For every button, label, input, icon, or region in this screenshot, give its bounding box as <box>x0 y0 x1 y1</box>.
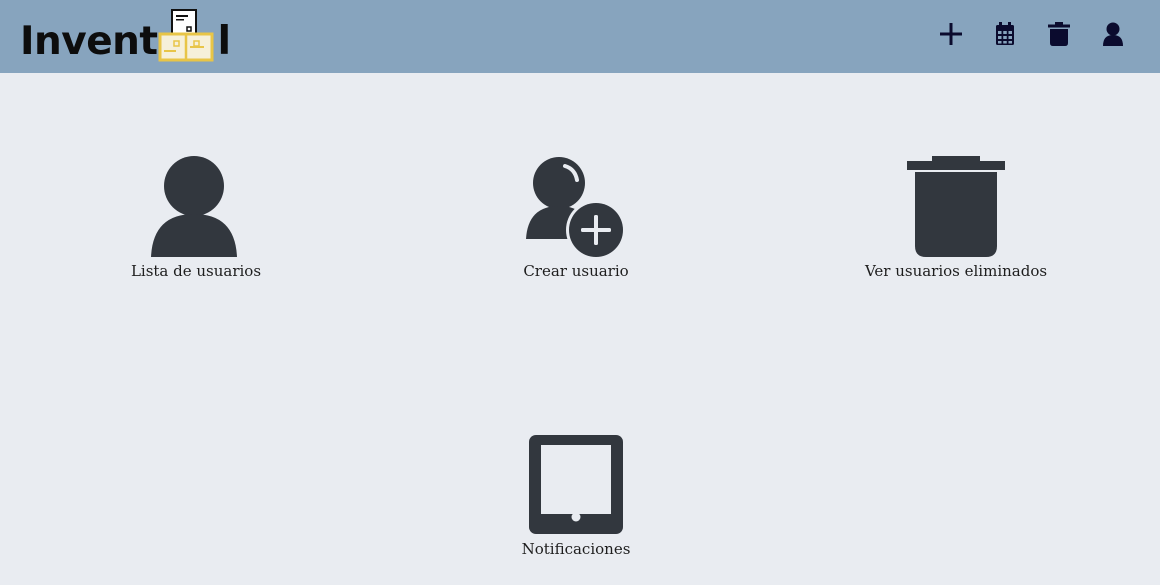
top-navbar: Invent l <box>0 0 1160 73</box>
tile-user-list-label: Lista de usuarios <box>130 262 262 280</box>
tile-user-list[interactable]: Lista de usuarios <box>96 156 296 280</box>
tablet-icon <box>529 435 623 534</box>
user-add-icon <box>526 157 626 258</box>
trash-icon[interactable] <box>1046 20 1072 48</box>
tile-create-user[interactable]: Crear usuario <box>476 156 676 280</box>
calendar-icon[interactable] <box>992 20 1018 48</box>
header-actions <box>938 20 1126 48</box>
tile-deleted-users[interactable]: Ver usuarios eliminados <box>836 156 1076 280</box>
app-logo[interactable]: Invent l <box>20 6 231 66</box>
tile-create-user-label: Crear usuario <box>523 262 629 280</box>
trash-icon <box>907 156 1005 257</box>
logo-text-start: Invent <box>20 19 158 64</box>
tile-notifications[interactable]: Notificaciones <box>476 434 676 558</box>
tile-notifications-label: Notificaciones <box>521 540 631 558</box>
user-icon <box>151 156 237 257</box>
logo-text-end: l <box>217 19 231 64</box>
user-icon[interactable] <box>1100 20 1126 48</box>
box-logo-icon <box>158 9 214 62</box>
add-icon[interactable] <box>938 20 964 48</box>
tile-deleted-users-label: Ver usuarios eliminados <box>864 262 1048 280</box>
